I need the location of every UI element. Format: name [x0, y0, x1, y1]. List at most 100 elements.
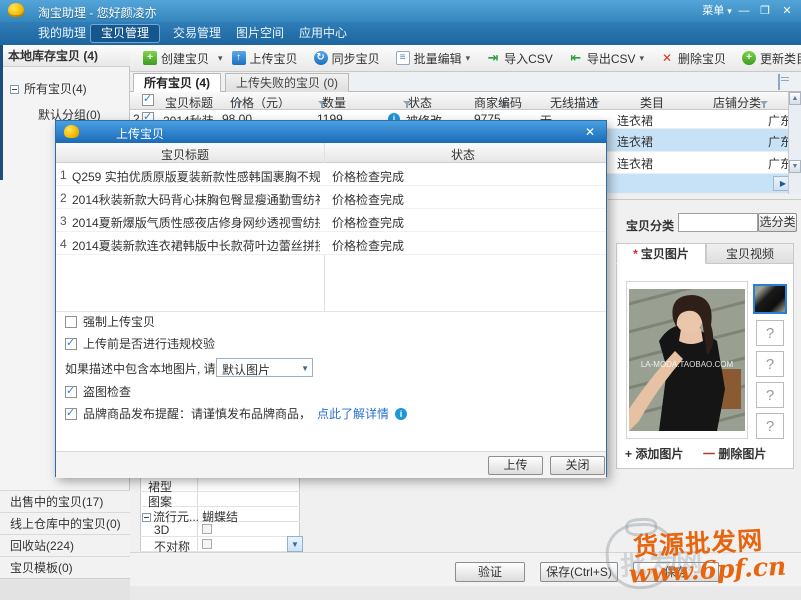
dialog-list-item[interactable]: 1 Q259 实拍优质原版夏装新款性感韩国裹胸不规则可爱雪纺连... 价格检查完…	[56, 163, 606, 186]
option-violation-check[interactable]: 上传前是否进行违规校验	[65, 335, 215, 352]
property-row[interactable]: 不对称	[140, 537, 300, 552]
maximize-button[interactable]: ❐	[756, 3, 774, 19]
menu-button[interactable]: 菜单 ▾	[700, 3, 734, 19]
minimize-button[interactable]: —	[735, 3, 753, 19]
option-theft-check[interactable]: 盗图检查	[65, 383, 131, 400]
app-logo-icon	[64, 125, 79, 138]
image-category-dropdown[interactable]: 默认图片 ▼	[216, 358, 313, 377]
panel-toggle-icon[interactable]	[778, 74, 780, 90]
chevron-down-icon[interactable]: ▾	[218, 53, 223, 64]
close-button[interactable]: ✕	[778, 3, 796, 19]
dialog-col-status: 状态	[451, 146, 475, 163]
option-label: 品牌商品发布提醒：请谨慎发布品牌商品，	[83, 405, 311, 422]
dialog-close-icon[interactable]: ✕	[582, 124, 598, 140]
cell-region: 广东	[768, 133, 788, 150]
sidebar-item-template[interactable]: 宝贝模板(0)	[0, 556, 130, 578]
nav-image-space[interactable]: 图片空间	[226, 24, 294, 43]
dialog-title: 上传宝贝	[116, 125, 164, 142]
photo-illustration: LA-MODA.TAOBAO.COM	[629, 289, 745, 431]
col-wireless: 无线描述	[550, 94, 598, 111]
save-secondary-button[interactable]: 保存	[633, 562, 719, 582]
nav-item-management[interactable]: 宝贝管理	[90, 24, 160, 43]
col-shop-category: 店铺分类	[713, 94, 761, 111]
property-row[interactable]: 裙型	[140, 477, 300, 492]
thumbnail-empty[interactable]: ?	[756, 413, 784, 439]
option-brand-notice[interactable]: 品牌商品发布提醒：请谨慎发布品牌商品， 点此了解详情 i	[65, 405, 407, 422]
create-item-button[interactable]: +创建宝贝	[136, 47, 216, 70]
batch-edit-button[interactable]: ≡批量编辑▾	[389, 47, 478, 70]
scroll-up-icon[interactable]: ▲	[789, 92, 801, 105]
item-category-input[interactable]	[678, 213, 758, 232]
option-label: 强制上传宝贝	[83, 313, 155, 330]
dialog-list-item[interactable]: 4 2014夏装新款连衣裙韩版中长款荷叶边蕾丝拼接雪纺连衣裙韩... 价格检查完…	[56, 232, 606, 255]
delete-icon: ✕	[660, 51, 674, 65]
col-code: 商家编码	[474, 94, 522, 111]
table-scrollbar[interactable]	[788, 92, 801, 194]
thumbnail-empty[interactable]: ?	[756, 320, 784, 346]
col-title: 宝贝标题	[165, 94, 213, 111]
tree-collapse-icon[interactable]	[142, 513, 151, 522]
tab-all-items[interactable]: 所有宝贝 (4)	[133, 73, 221, 93]
export-icon: ⇤	[569, 51, 583, 65]
content-tabstrip: 所有宝贝 (4) 上传失败的宝贝 (0)	[130, 72, 801, 92]
dialog-footer: 上传 关闭	[56, 451, 606, 478]
validate-button[interactable]: 验证	[455, 562, 525, 582]
update-category-button[interactable]: +更新类目	[735, 47, 801, 70]
thumbnail-selected[interactable]	[753, 284, 787, 314]
cell-region: 广东	[768, 155, 788, 172]
app-logo-icon	[8, 3, 24, 17]
add-image-button[interactable]: + 添加图片	[625, 445, 683, 462]
tab-item-image[interactable]: *宝贝图片	[616, 243, 706, 264]
sync-icon: ↻	[314, 51, 328, 65]
checkbox[interactable]	[65, 408, 77, 420]
option-label: 上传前是否进行违规校验	[83, 335, 215, 352]
checkbox[interactable]	[65, 386, 77, 398]
item-title: 2014夏装新款连衣裙韩版中长款荷叶边蕾丝拼接雪纺连衣裙韩...	[72, 237, 320, 254]
minus-icon: 一	[703, 447, 715, 461]
property-checkbox[interactable]	[202, 524, 212, 534]
property-checkbox[interactable]	[202, 539, 212, 549]
tree-collapse-icon[interactable]	[10, 85, 19, 94]
checkbox[interactable]	[65, 338, 77, 350]
upload-item-button[interactable]: ↑上传宝贝	[225, 47, 305, 70]
remove-image-button[interactable]: 一 删除图片	[703, 445, 766, 462]
upload-dialog: 上传宝贝 ✕ 宝贝标题 状态 1 Q259 实拍优质原版夏装新款性感韩国裹胸不规…	[55, 120, 607, 477]
property-row[interactable]: 3D	[140, 522, 300, 537]
dialog-titlebar: 上传宝贝 ✕	[56, 121, 606, 143]
import-csv-button[interactable]: ⇥导入CSV	[479, 47, 560, 70]
sidebar-item-selling[interactable]: 出售中的宝贝(17)	[0, 490, 130, 512]
scroll-down-icon[interactable]: ▼	[789, 160, 801, 173]
tab-item-video[interactable]: 宝贝视频	[706, 243, 794, 264]
delete-item-button[interactable]: ✕删除宝贝	[653, 47, 733, 70]
item-status: 价格检查完成	[332, 191, 404, 208]
item-title: Q259 实拍优质原版夏装新款性感韩国裹胸不规则可爱雪纺连...	[72, 168, 320, 185]
sync-item-button[interactable]: ↻同步宝贝	[307, 47, 387, 70]
thumbnail-empty[interactable]: ?	[756, 382, 784, 408]
property-row[interactable]: 图案	[140, 492, 300, 507]
details-link[interactable]: 点此了解详情	[317, 405, 389, 422]
export-csv-button[interactable]: ⇤导出CSV▾	[562, 47, 651, 70]
dialog-upload-button[interactable]: 上传	[488, 456, 543, 475]
checkbox[interactable]	[65, 316, 77, 328]
nav-app-center[interactable]: 应用中心	[289, 24, 357, 43]
filter-icon[interactable]	[760, 100, 769, 109]
save-button[interactable]: 保存(Ctrl+S)	[540, 562, 618, 582]
sidebar-item-all-items[interactable]: 所有宝贝(4)	[10, 80, 87, 97]
nav-my-assistant[interactable]: 我的助理	[28, 24, 96, 43]
select-all-checkbox[interactable]	[142, 94, 154, 106]
select-category-button[interactable]: 选分类	[758, 213, 797, 232]
sidebar-item-online-warehouse[interactable]: 线上仓库中的宝贝(0)	[0, 512, 130, 534]
tab-failed-items[interactable]: 上传失败的宝贝 (0)	[225, 73, 349, 92]
row-number: 3	[60, 214, 67, 228]
option-force-upload[interactable]: 强制上传宝贝	[65, 313, 155, 330]
dropdown-button[interactable]: ▼	[287, 536, 303, 552]
sidebar-item-recycle-bin[interactable]: 回收站(224)	[0, 534, 130, 556]
divider	[56, 311, 606, 312]
dialog-close-button[interactable]: 关闭	[550, 456, 605, 475]
nav-trade-management[interactable]: 交易管理	[163, 24, 231, 43]
dialog-list-item[interactable]: 3 2014夏新爆版气质性感夜店修身网纱透视雪纺拼接开叉长裙连... 价格检查完…	[56, 209, 606, 232]
thumbnail-empty[interactable]: ?	[756, 351, 784, 377]
chevron-down-icon: ▾	[640, 53, 645, 64]
dialog-list-item[interactable]: 2 2014秋装新款大码背心抹胸包臀显瘦通勤雪纺礼服连衣裙半身... 价格检查完…	[56, 186, 606, 209]
property-row[interactable]: 流行元...蝴蝶结	[140, 507, 300, 522]
